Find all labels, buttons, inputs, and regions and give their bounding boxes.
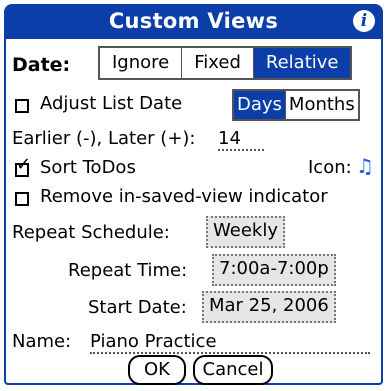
custom-views-dialog: Custom Views i Date: Ignore Fixed Relati…	[4, 4, 383, 385]
sort-todos-label: Sort ToDos	[40, 157, 136, 178]
cancel-button[interactable]: Cancel	[193, 355, 273, 385]
remove-indicator-label: Remove in-saved-view indicator	[40, 186, 328, 207]
repeat-schedule-label: Repeat Schedule:	[12, 222, 170, 243]
icon-label: Icon:	[308, 157, 352, 178]
date-option-relative[interactable]: Relative	[253, 48, 351, 78]
repeat-schedule-selector[interactable]: Weekly	[206, 216, 285, 248]
unit-option-months[interactable]: Months	[285, 91, 358, 119]
adjust-list-date-label: Adjust List Date	[40, 93, 183, 114]
list-date-unit-control: Days Months	[232, 89, 360, 121]
name-field[interactable]: Piano Practice	[90, 331, 370, 354]
unit-option-days[interactable]: Days	[234, 91, 286, 119]
repeat-time-label: Repeat Time:	[68, 260, 188, 281]
name-label: Name:	[12, 331, 72, 352]
remove-indicator-checkbox[interactable]	[15, 192, 29, 206]
date-option-fixed[interactable]: Fixed	[182, 48, 254, 78]
info-icon[interactable]: i	[353, 10, 375, 32]
music-note-icon[interactable]: ♫	[356, 154, 374, 178]
date-label: Date:	[12, 54, 71, 76]
ok-button[interactable]: OK	[128, 355, 186, 385]
date-segmented-control: Ignore Fixed Relative	[98, 46, 353, 80]
date-option-ignore[interactable]: Ignore	[100, 48, 183, 78]
checkmark-icon: ✓	[16, 154, 32, 175]
dialog-title: Custom Views	[108, 9, 279, 33]
start-date-label: Start Date:	[88, 297, 187, 318]
offset-label: Earlier (-), Later (+):	[12, 128, 196, 149]
start-date-selector[interactable]: Mar 25, 2006	[202, 291, 336, 323]
offset-field[interactable]: 14	[218, 128, 264, 151]
repeat-time-selector[interactable]: 7:00a-7:00p	[212, 254, 336, 286]
title-bar: Custom Views i	[6, 6, 381, 39]
adjust-list-date-checkbox[interactable]	[15, 99, 29, 113]
